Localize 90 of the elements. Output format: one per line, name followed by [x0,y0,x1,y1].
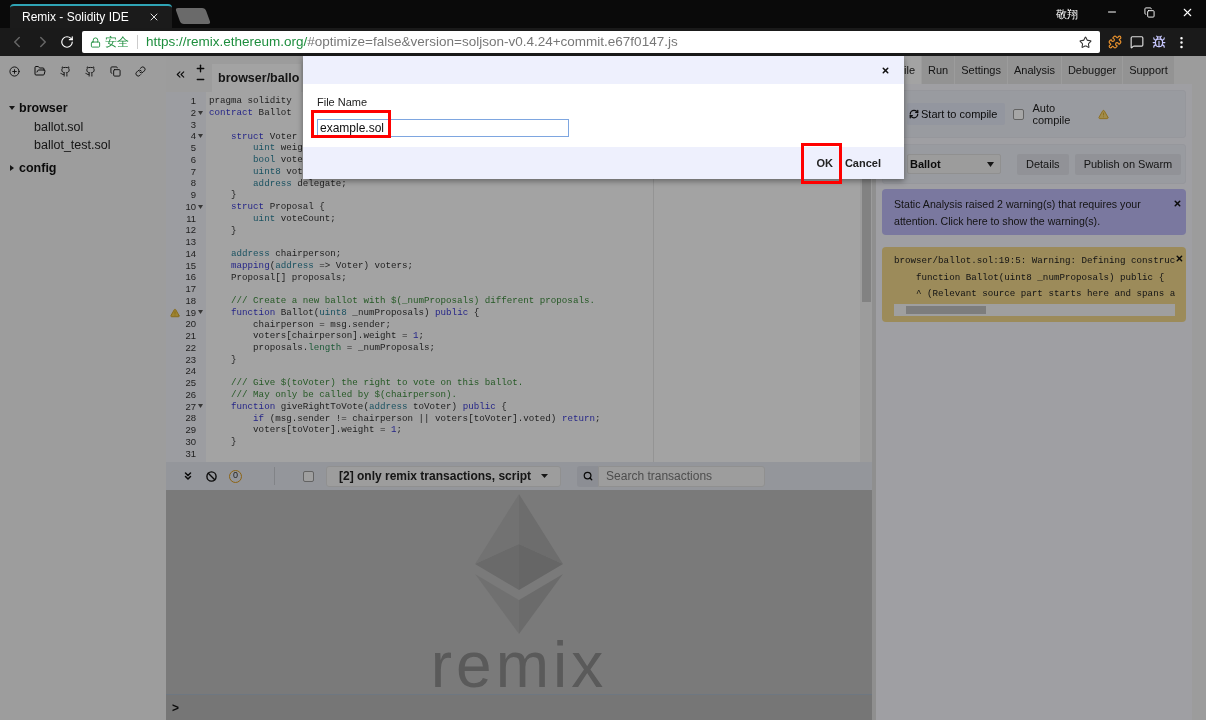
code-line: } [230,225,237,235]
user-name[interactable]: 敬翔 [1056,5,1078,23]
panel-button[interactable]: Details [1017,153,1069,175]
line-number: 24 [185,366,196,376]
console-prompt[interactable]: > [172,698,179,717]
code-line: /// Give $(toVoter) the right to vote on this ballot. [230,378,524,388]
warning-text-line: function Ballot(uint8 _numProposals) public { [915,270,1166,285]
alert-text[interactable]: Static Analysis raised 2 warning(s) that requires your attention. Click here to show the warning(s). [894,196,1174,230]
panel-tab[interactable]: Debugger [1061,56,1123,84]
line-number: 19 [185,307,196,318]
panel-tab[interactable]: Settings [955,56,1007,84]
url-text: https://remix.ethereum.org/#optimize=false&version=soljson-v0.4.24+commit.e67f0147.js [146,32,678,51]
security-label: 安全 [105,34,129,51]
panel-button[interactable]: Publish on Swarm [1074,153,1182,175]
line-number: 3 [190,119,196,130]
code-line: pragma solidity [209,96,292,106]
line-number: 7 [190,166,196,177]
line-number: 26 [185,389,196,400]
folder-item[interactable]: config [19,158,57,178]
line-number: 4 [190,131,196,141]
code-line: struct Proposal { [230,202,325,212]
code-line: struct Voter [230,131,298,141]
line-number: 12 [185,225,196,235]
line-number: 31 [185,448,196,459]
line-number: 9 [190,190,196,200]
contract-select[interactable]: Ballot [907,154,1001,174]
search-field[interactable]: Search transactions [598,465,766,487]
panel-tab[interactable]: Run [922,56,955,84]
file-item[interactable]: ballot.sol [34,117,84,137]
code-line: proposals.length = _numProposals; [252,343,436,353]
line-number: 16 [185,272,196,282]
code-line: function giveRightToVote(address toVoter) public { [230,401,507,411]
line-number: 27 [185,401,196,412]
line-number: 8 [190,178,196,188]
code-line: address chairperson; [230,249,342,259]
code-line: voters[toVoter].weight = 1; [252,425,402,435]
code-line: voters[chairperson].weight = 1; [252,331,425,341]
code-line: mapping(address => Voter) voters; [230,260,414,270]
line-number: 25 [185,378,196,388]
line-number: 22 [185,342,196,353]
line-number: 14 [185,248,196,259]
line-number: 5 [190,143,196,153]
line-number: 1 [190,96,196,106]
line-number: 13 [185,237,196,247]
warning-text-line: ^ (Relevant source part starts here and spans a [915,287,1176,301]
code-line: contract Ballot [209,108,292,118]
code-line: uint voteCount; [252,213,336,223]
dialog-button[interactable]: OK [815,154,834,172]
line-number: 10 [185,201,196,212]
line-number: 23 [185,354,196,365]
address-field[interactable]: 安全 https://remix.ethereum.org/#optimize=false&version=soljson-v0.4.24+commit.e67f0147.js [82,31,1100,53]
panel-tab[interactable]: Analysis [1007,56,1061,84]
field-label: File Name [317,96,369,108]
line-number: 28 [185,413,196,423]
browser-tab[interactable]: Remix - Solidity IDE [10,4,172,28]
compile-button[interactable]: Start to compile [907,103,1006,125]
code-line: Proposal[] proposals; [230,272,347,282]
line-number: 21 [185,331,196,341]
code-line: } [230,437,237,447]
file-name-input[interactable]: example.sol [317,119,569,137]
auto-compile-label: Auto compile [1032,102,1072,126]
file-tab[interactable]: browser/ballo [212,64,302,92]
code-line: } [230,190,237,200]
file-item[interactable]: ballot_test.sol [34,135,111,155]
warning-text-line: browser/ballot.sol:19:5: Warning: Defining construc [894,254,1176,268]
code-line: chairperson = msg.sender; [252,319,391,329]
line-number: 29 [185,425,196,435]
code-line: if (msg.sender != chairperson || voters[toVoter].voted) return; [252,413,601,423]
dialog-button[interactable]: Cancel [843,154,882,172]
folder-item[interactable]: browser [19,98,68,118]
code-line: address delegate; [252,178,347,188]
code-line: bool vote [252,155,303,165]
line-number: 18 [185,295,196,306]
analysis-alert[interactable]: Static Analysis raised 2 warning(s) that requires your attention. Click here to show the warning(s). [882,189,1186,235]
code-line: /// May only be called by $(chairperson). [230,390,458,400]
code-line: function Ballot(uint8 _numProposals) public { [230,307,480,317]
line-number: 30 [185,436,196,447]
panel-tab[interactable]: Support [1123,56,1174,84]
code-line: uint8 vot [252,166,303,176]
line-number: 6 [190,154,196,165]
line-number: 15 [185,260,196,271]
line-number: 11 [186,213,196,224]
line-number: 17 [185,284,196,294]
filter-dropdown[interactable]: [2] only remix transactions, script [326,465,562,487]
code-line: uint weig [252,143,303,153]
tab-title: Remix - Solidity IDE [22,9,129,26]
line-number: 2 [190,107,196,118]
line-number: 20 [185,319,196,329]
code-line: /// Create a new ballot with $(_numProposals) different proposals. [230,296,595,306]
code-line: } [230,354,237,364]
